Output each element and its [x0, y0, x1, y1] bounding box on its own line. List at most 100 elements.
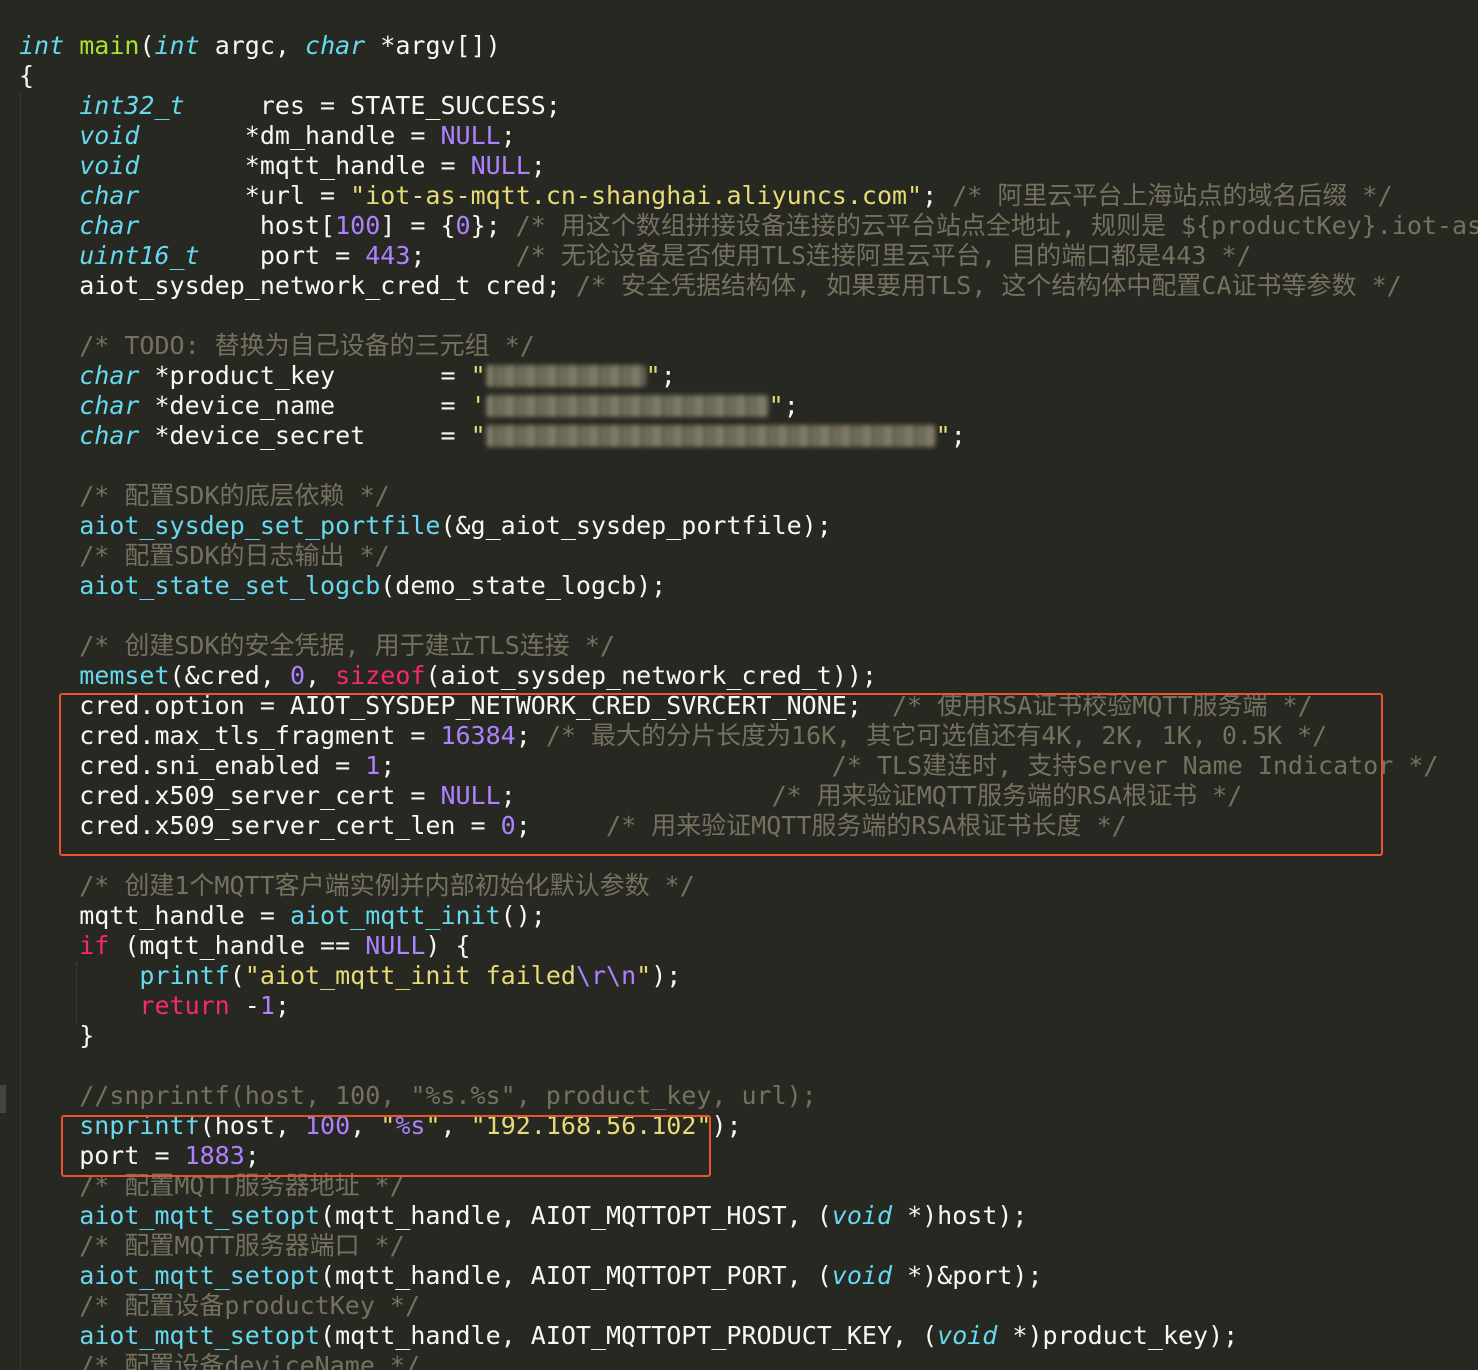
- code-token-num: 1: [259, 991, 275, 1020]
- code-token-plain: *mqtt_handle =: [139, 151, 471, 180]
- code-token-plain: argc,: [199, 31, 306, 60]
- code-token-type: int32_t: [79, 91, 185, 120]
- code-line[interactable]: [19, 301, 1478, 331]
- code-line[interactable]: /* 配置设备deviceName */: [19, 1351, 1478, 1370]
- code-line[interactable]: /* 配置设备productKey */: [19, 1291, 1478, 1321]
- code-line[interactable]: return -1;: [19, 991, 1478, 1021]
- code-token-plain: -: [229, 991, 260, 1020]
- code-line[interactable]: /* 创建SDK的安全凭据, 用于建立TLS连接 */: [19, 631, 1478, 661]
- code-token-plain: ;: [922, 181, 953, 210]
- code-line[interactable]: printf("aiot_mqtt_init failed\r\n");: [19, 961, 1478, 991]
- code-line[interactable]: /* 配置SDK的底层依赖 */: [19, 481, 1478, 511]
- code-line[interactable]: aiot_mqtt_setopt(mqtt_handle, AIOT_MQTTO…: [19, 1201, 1478, 1231]
- code-line[interactable]: [19, 601, 1478, 631]
- code-token-plain: *url =: [139, 181, 351, 210]
- code-line[interactable]: char *url = "iot-as-mqtt.cn-shanghai.ali…: [19, 181, 1478, 211]
- code-line[interactable]: {: [19, 61, 1478, 91]
- code-token-comment: /* 创建SDK的安全凭据, 用于建立TLS连接 */: [79, 631, 615, 660]
- code-line[interactable]: aiot_sysdep_network_cred_t cred; /* 安全凭据…: [19, 271, 1478, 301]
- code-token-type: char: [79, 361, 140, 390]
- code-token-comment: /* 安全凭据结构体, 如果要用TLS, 这个结构体中配置CA证书等参数 */: [575, 271, 1402, 300]
- code-token-plain: ] = {: [380, 211, 456, 240]
- code-token-str: ": [636, 961, 652, 990]
- code-token-const: NULL: [365, 931, 426, 960]
- code-line[interactable]: /* 配置SDK的日志输出 */: [19, 541, 1478, 571]
- code-token-plain: ;: [530, 151, 546, 180]
- code-token-type: int: [154, 31, 200, 60]
- code-line[interactable]: void *dm_handle = NULL;: [19, 121, 1478, 151]
- code-token-type: void: [79, 121, 140, 150]
- code-line[interactable]: }: [19, 1021, 1478, 1051]
- code-line[interactable]: uint16_t port = 443; /* 无论设备是否使用TLS连接阿里云…: [19, 241, 1478, 271]
- code-token-type: void: [831, 1201, 893, 1230]
- code-token-str: "iot-as-mqtt.cn-shanghai.aliyuncs.com": [350, 181, 923, 210]
- code-token-plain: *product_key =: [139, 361, 471, 390]
- code-token-plain: };: [470, 211, 516, 240]
- code-token-plain: ;: [783, 391, 799, 420]
- code-token-plain: (aiot_sysdep_network_cred_t));: [425, 661, 877, 690]
- code-line[interactable]: mqtt_handle = aiot_mqtt_init();: [19, 901, 1478, 931]
- code-token-plain: ;: [660, 361, 676, 390]
- code-token-str: ": [935, 421, 951, 450]
- code-line[interactable]: /* TODO: 替换为自己设备的三元组 */: [19, 331, 1478, 361]
- code-editor[interactable]: int main(int argc, char *argv[]){ int32_…: [0, 0, 1478, 1370]
- code-token-func: aiot_mqtt_setopt: [79, 1321, 321, 1350]
- code-line[interactable]: //snprintf(host, 100, "%s.%s", product_k…: [19, 1081, 1478, 1111]
- code-line[interactable]: aiot_sysdep_set_portfile(&g_aiot_sysdep_…: [19, 511, 1478, 541]
- code-token-plain: );: [711, 1111, 742, 1140]
- code-line[interactable]: [19, 451, 1478, 481]
- code-line[interactable]: /* 配置MQTT服务器端口 */: [19, 1231, 1478, 1261]
- code-token-num: 443: [365, 241, 411, 270]
- code-token-num: 0: [455, 211, 471, 240]
- code-line[interactable]: int main(int argc, char *argv[]): [19, 31, 1478, 61]
- code-token-const: NULL: [440, 121, 501, 150]
- code-token-plain: res = STATE_SUCCESS;: [184, 91, 561, 120]
- code-token-type: char: [79, 211, 140, 240]
- code-token-plain: ();: [500, 901, 546, 930]
- code-line[interactable]: aiot_mqtt_setopt(mqtt_handle, AIOT_MQTTO…: [19, 1321, 1478, 1351]
- code-line[interactable]: char *device_secret = " ";: [19, 421, 1478, 451]
- code-token-type: char: [79, 391, 140, 420]
- code-line[interactable]: void *mqtt_handle = NULL;: [19, 151, 1478, 181]
- code-line[interactable]: memset(&cred, 0, sizeof(aiot_sysdep_netw…: [19, 661, 1478, 691]
- code-line[interactable]: /* 创建1个MQTT客户端实例并内部初始化默认参数 */: [19, 871, 1478, 901]
- code-token-comment: /* 配置设备deviceName */: [79, 1351, 421, 1370]
- code-token-plain: port =: [199, 241, 366, 270]
- code-token-str: ": [470, 361, 486, 390]
- code-token-plain: ;: [950, 421, 966, 450]
- code-token-comment: /* 用这个数组拼接设备连接的云平台站点全地址, 规则是 ${productKe…: [515, 211, 1478, 240]
- code-token-comment: /* 配置MQTT服务器端口 */: [79, 1231, 405, 1260]
- code-line[interactable]: char host[100] = {0}; /* 用这个数组拼接设备连接的云平台…: [19, 211, 1478, 241]
- code-line[interactable]: if (mqtt_handle == NULL) {: [19, 931, 1478, 961]
- code-token-plain: (mqtt_handle ==: [109, 931, 366, 960]
- code-token-plain: *)&port);: [892, 1261, 1043, 1290]
- code-token-comment: //snprintf(host, 100, "%s.%s", product_k…: [79, 1081, 817, 1110]
- code-token-plain: *dm_handle =: [139, 121, 441, 150]
- code-token-plain: mqtt_handle =: [19, 901, 290, 930]
- code-token-str: ': [470, 391, 486, 420]
- code-line[interactable]: int32_t res = STATE_SUCCESS;: [19, 91, 1478, 121]
- code-token-kw: return: [139, 991, 230, 1020]
- code-line[interactable]: [19, 1051, 1478, 1081]
- code-line[interactable]: char *product_key = " ";: [19, 361, 1478, 391]
- code-token-plain: *)host);: [892, 1201, 1028, 1230]
- code-token-plain: (: [139, 31, 155, 60]
- code-line[interactable]: aiot_state_set_logcb(demo_state_logcb);: [19, 571, 1478, 601]
- code-token-plain: *device_secret =: [139, 421, 471, 450]
- code-line[interactable]: aiot_mqtt_setopt(mqtt_handle, AIOT_MQTTO…: [19, 1261, 1478, 1291]
- code-line[interactable]: char *device_name = ' ";: [19, 391, 1478, 421]
- code-token-plain: ;: [500, 121, 516, 150]
